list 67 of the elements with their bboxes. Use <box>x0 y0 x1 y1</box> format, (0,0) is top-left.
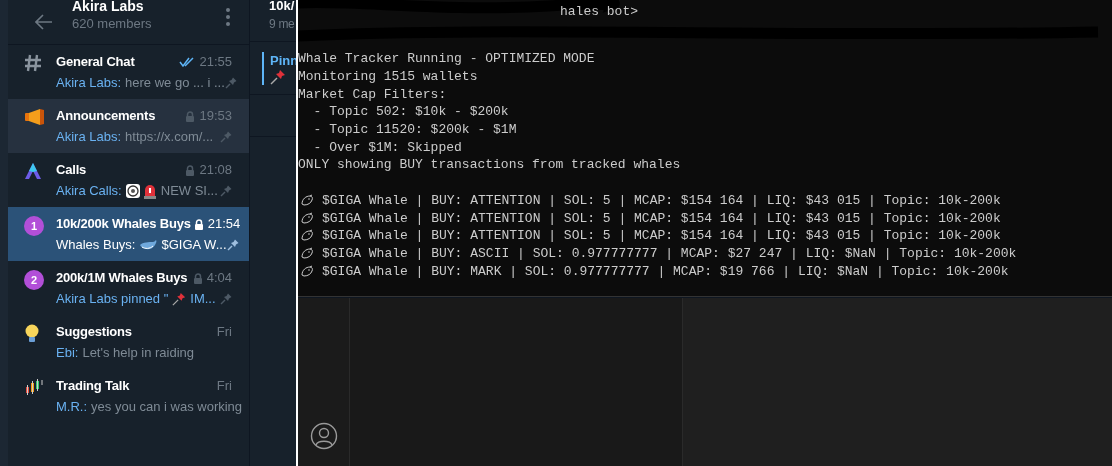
sender-name: Akira Labs: <box>56 74 122 93</box>
sender-name: M.R.: <box>56 398 88 417</box>
terminal-prompt: hales bot> <box>560 3 638 20</box>
message-preview: Let's help in raiding <box>82 344 195 363</box>
more-options-icon[interactable] <box>226 8 230 26</box>
topic-name: General Chat <box>56 53 136 72</box>
account-icon[interactable] <box>309 422 338 450</box>
terminal-line: Market Cap Filters: <box>298 85 447 103</box>
terminal-line: $GIGA Whale | BUY: ATTENTION | SOL: 5 | MCAP: $154 164 | LIQ: $43 015 | Topic: 10k-200k <box>322 227 1001 245</box>
topic-time: Fri <box>216 377 232 396</box>
topic-time: 21:55 <box>199 53 232 72</box>
topic-item[interactable]: 1 10k/200k Whales Buys 21:54 Whales Buys: $GIGA W... <box>8 207 249 261</box>
terminal-line: $GIGA Whale | BUY: ATTENTION | SOL: 5 | MCAP: $154 164 | LIQ: $43 015 | Topic: 10k-200k <box>322 209 1001 227</box>
terminal-line: - Topic 502: $10k - $200k <box>312 103 509 121</box>
group-title: Akira Labs <box>72 0 145 15</box>
sender-name: Ebi: <box>56 344 79 363</box>
member-count: 620 members <box>72 15 153 33</box>
whale-icon <box>300 264 314 278</box>
message-preview: $GIGA W... <box>161 236 227 255</box>
unread-badge: 2 <box>24 270 44 290</box>
lightbulb-icon <box>24 324 40 344</box>
chat-subtitle: 9 me <box>269 16 295 33</box>
chat-title: 10k/ <box>269 0 296 15</box>
whale-icon <box>300 211 314 225</box>
terminal-line: $GIGA Whale | BUY: MARK | SOL: 0.977777777 | MCAP: $19 766 | LIQ: $NaN | Topic: 10k-200k <box>322 262 1009 280</box>
sender-name: Whales Buys: <box>56 236 136 255</box>
terminal-line: ONLY showing BUY transactions from tracked whales <box>298 156 681 174</box>
topic-name: 200k/1M Whales Buys <box>56 269 189 288</box>
siren-icon <box>143 183 156 199</box>
triangle-logo-icon <box>24 162 42 180</box>
topic-time: 4:04 <box>206 269 232 288</box>
topic-name: Calls <box>56 161 88 180</box>
terminal-line: - Topic 11520: $200k - $1M <box>312 121 517 139</box>
topic-time: 21:08 <box>199 161 232 180</box>
candlestick-chart-icon <box>24 378 44 396</box>
whale-icon <box>139 239 158 251</box>
sender-name: Akira Labs pinned " <box>56 290 169 309</box>
terminal-line: Monitoring 1515 wallets <box>298 68 478 86</box>
message-preview: here we go ... i ... <box>125 74 225 93</box>
message-preview: IM... <box>190 290 216 309</box>
topic-time: 21:54 <box>207 215 241 234</box>
pushpin-icon <box>270 68 286 85</box>
sender-name: Akira Labs: <box>56 128 122 147</box>
whale-icon <box>300 229 314 243</box>
back-arrow-icon[interactable] <box>35 14 53 30</box>
topic-name: 10k/200k Whales Buys <box>56 215 191 234</box>
sender-name: Akira Calls: <box>56 182 122 201</box>
topic-time: 19:53 <box>199 107 232 126</box>
topic-name: Suggestions <box>56 323 133 342</box>
message-preview: yes you can i was working <box>91 398 243 417</box>
terminal-line: - Over $1M: Skipped <box>312 138 462 156</box>
megaphone-icon <box>24 108 46 126</box>
message-preview: https://x.com/... <box>125 128 214 147</box>
whale-icon <box>300 246 314 260</box>
terminal-line: $GIGA Whale | BUY: ASCII | SOL: 0.977777777 | MCAP: $27 247 | LIQ: $NaN | Topic: 10k-200k <box>322 244 1017 262</box>
terminal-line: Whale Tracker Running - OPTIMIZED MODE <box>298 50 595 68</box>
terminal-line: $GIGA Whale | BUY: ATTENTION | SOL: 5 | MCAP: $154 164 | LIQ: $43 015 | Topic: 10k-200k <box>322 191 1001 209</box>
topic-name: Announcements <box>56 107 157 126</box>
hash-icon <box>24 54 42 72</box>
whale-icon <box>300 193 314 207</box>
message-preview: NEW SI... <box>160 182 218 201</box>
topic-time: Fri <box>216 323 232 342</box>
topic-name: Trading Talk <box>56 377 131 396</box>
pushpin-icon <box>172 292 187 306</box>
unread-badge: 1 <box>24 216 44 236</box>
coin-icon <box>125 184 140 198</box>
topic-item[interactable]: Announcements 19:53 Akira Labs: https://x.com/... <box>8 99 249 153</box>
